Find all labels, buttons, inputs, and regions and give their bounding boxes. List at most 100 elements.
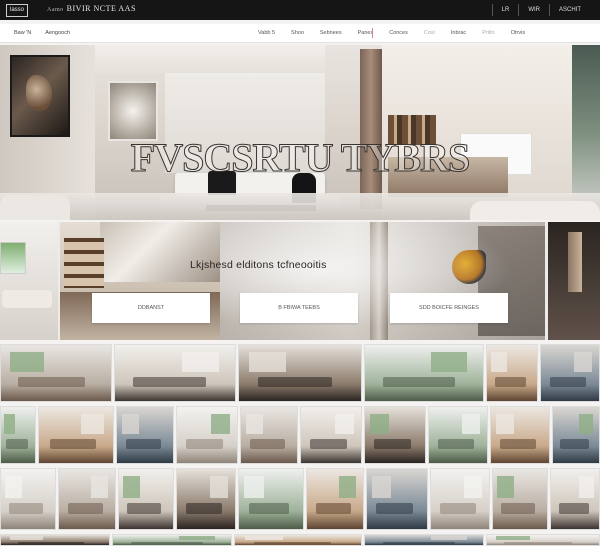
thumbnail-window	[372, 476, 391, 498]
gallery-thumbnail[interactable]	[116, 406, 174, 464]
thumbnail-furniture	[501, 503, 535, 514]
nav-left-item-1[interactable]: Baw 'N	[14, 24, 31, 42]
gallery-thumbnail[interactable]	[300, 406, 362, 464]
gallery-thumbnail[interactable]	[540, 344, 600, 402]
wall-art-portrait	[10, 55, 70, 137]
gallery-thumbnail[interactable]	[238, 344, 362, 402]
thumbnail-furniture	[495, 377, 526, 387]
gallery-thumbnail[interactable]	[486, 534, 600, 546]
brand-title[interactable]: Aamo BIVIR NCTE AAS	[47, 3, 136, 16]
gallery-thumbnail[interactable]	[364, 534, 484, 546]
cta-button-2[interactable]: B FBIWA TEEBS	[240, 293, 358, 323]
thumbnail-furniture	[559, 503, 589, 514]
gallery-thumbnail[interactable]	[0, 344, 112, 402]
gallery-thumbnail[interactable]	[176, 406, 238, 464]
gallery-thumbnail[interactable]	[0, 534, 110, 546]
hero-cushion-right	[470, 201, 600, 220]
gallery-thumbnail[interactable]	[38, 406, 114, 464]
thumbnail-furniture	[127, 503, 161, 514]
thumbnail-furniture	[383, 542, 455, 544]
thumbnail-furniture	[50, 439, 96, 449]
hero-ceiling	[95, 45, 325, 73]
cta-button-1[interactable]: DDBANST	[92, 293, 210, 323]
thumbnail-furniture	[550, 377, 586, 387]
nav-item-8[interactable]: Priito	[482, 24, 495, 42]
gallery-thumbnail[interactable]	[490, 406, 550, 464]
gallery-thumbnail[interactable]	[240, 406, 298, 464]
hero-column	[360, 49, 382, 209]
cta-button-3[interactable]: SDD BOICFE REINGES	[390, 293, 508, 323]
gallery-thumbnail[interactable]	[234, 534, 362, 546]
thumbnail-window	[464, 476, 482, 498]
gallery-thumbnail[interactable]	[428, 406, 488, 464]
thumbnail-window	[497, 476, 514, 498]
thumbnail-furniture	[6, 439, 28, 449]
top-bar: lasso Aamo BIVIR NCTE AAS LR WIR ASCHIT	[0, 0, 600, 20]
gallery-thumbnail[interactable]	[176, 468, 236, 530]
nav-item-2[interactable]: Shoo	[291, 24, 304, 42]
gallery-thumbnail[interactable]	[486, 344, 538, 402]
nav-item-1[interactable]: Vabb 5	[258, 24, 275, 42]
gallery-thumbnail[interactable]	[114, 344, 236, 402]
thumbnail-furniture	[186, 439, 223, 449]
thumbnail-furniture	[126, 439, 161, 449]
gallery-thumbnail[interactable]	[238, 468, 304, 530]
thumbnail-furniture	[18, 542, 84, 544]
site-logo[interactable]: lasso	[6, 4, 29, 17]
nav-item-5[interactable]: Conces	[389, 24, 408, 42]
thumbnail-window	[211, 414, 230, 434]
nav-item-4[interactable]: Panes	[358, 24, 374, 42]
gallery-thumbnail[interactable]	[366, 468, 428, 530]
nav-menu: Vabb 5 Shoo Sebnees Panes Conces Cosi In…	[258, 24, 541, 42]
thumbnail-window	[179, 536, 215, 540]
thumbnail-furniture	[500, 439, 536, 449]
feature-image-living-room[interactable]	[0, 222, 58, 340]
brand-subtitle: Aamo	[47, 7, 64, 13]
gallery-thumbnail[interactable]	[364, 344, 484, 402]
thumbnail-furniture	[258, 377, 332, 387]
gallery-thumbnail[interactable]	[492, 468, 548, 530]
thumbnail-furniture	[18, 377, 85, 387]
top-link-2[interactable]: WIR	[518, 4, 549, 16]
thumbnail-window	[462, 414, 480, 434]
nav-item-3[interactable]: Sebnees	[320, 24, 342, 42]
thumbnail-furniture	[254, 542, 331, 544]
thumbnail-window	[245, 536, 283, 540]
main-navigation: Baw 'N Aengooch Vabb 5 Shoo Sebnees Pane…	[0, 24, 600, 43]
wall-art-abstract	[108, 81, 158, 141]
thumbnail-window	[246, 414, 263, 434]
gallery-thumbnail[interactable]	[306, 468, 364, 530]
thumbnail-window	[10, 352, 44, 372]
top-link-3[interactable]: ASCHIT	[548, 4, 590, 16]
gallery-thumbnail[interactable]	[112, 534, 232, 546]
gallery-thumbnail[interactable]	[118, 468, 174, 530]
thumbnail-furniture	[376, 503, 413, 514]
nav-item-9[interactable]: Otrvis	[511, 24, 525, 42]
thumbnail-furniture	[440, 503, 476, 514]
gallery-thumbnail[interactable]	[0, 406, 36, 464]
thumbnail-furniture	[9, 503, 43, 514]
nav-left-item-2[interactable]: Aengooch	[45, 24, 70, 42]
gallery-thumbnail[interactable]	[430, 468, 490, 530]
thumbnail-window	[10, 536, 43, 540]
thumbnail-window	[579, 476, 594, 498]
hero-cushion-left	[0, 195, 70, 220]
gallery-thumbnail[interactable]	[550, 468, 600, 530]
thumbnail-window	[370, 414, 389, 434]
nav-item-7[interactable]: Inbrac	[451, 24, 466, 42]
thumbnail-window	[579, 414, 593, 434]
gallery-thumbnail[interactable]	[364, 406, 426, 464]
gallery-thumbnail[interactable]	[0, 468, 56, 530]
thumbnail-window	[5, 476, 22, 498]
thumbnail-window	[574, 352, 592, 372]
thumbnail-window	[91, 476, 108, 498]
feature-image-dark-room[interactable]	[548, 222, 600, 340]
thumbnail-furniture	[310, 439, 347, 449]
top-link-1[interactable]: LR	[491, 4, 519, 16]
thumbnail-window	[249, 352, 286, 372]
hero-banner[interactable]	[0, 45, 600, 220]
gallery-thumbnail[interactable]	[552, 406, 600, 464]
nav-divider	[372, 28, 373, 38]
nav-item-6[interactable]: Cosi	[424, 24, 435, 42]
gallery-thumbnail[interactable]	[58, 468, 116, 530]
